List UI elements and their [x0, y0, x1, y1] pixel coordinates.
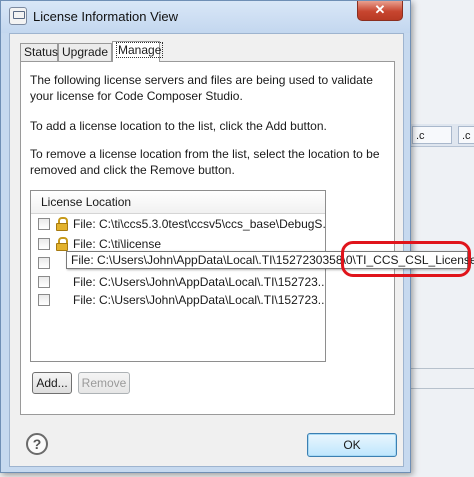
row-checkbox[interactable]: [38, 276, 50, 288]
title-bar[interactable]: License Information View ✕: [1, 1, 410, 33]
table-row[interactable]: File: C:\Users\John\AppData\Local\.TI\15…: [31, 273, 325, 291]
column-header-label: License Location: [41, 195, 132, 209]
row-checkbox[interactable]: [38, 257, 50, 269]
lock-icon: [56, 217, 68, 231]
tab-status[interactable]: Status: [20, 43, 58, 61]
row-location-text: File: C:\ti\ccs5.3.0test\ccsv5\ccs_base\…: [73, 217, 326, 231]
tab-status-label: Status: [24, 45, 59, 59]
add-hint-text: To add a license location to the list, c…: [30, 119, 327, 133]
tab-upgrade-label: Upgrade: [62, 45, 109, 59]
remove-button[interactable]: Remove: [78, 372, 130, 394]
row-location-text: File: C:\Users\John\AppData\Local\.TI\15…: [73, 293, 326, 307]
row-location-text: File: C:\Users\John\AppData\Local\.TI\15…: [73, 275, 326, 289]
background-tab[interactable]: .c: [458, 126, 474, 144]
row-checkbox[interactable]: [38, 218, 50, 230]
background-divider: [410, 368, 474, 369]
row-location-text: File: C:\ti\license: [73, 237, 162, 251]
background-tab-label: .c: [416, 130, 425, 142]
row-checkbox[interactable]: [38, 294, 50, 306]
remove-hint-text: To remove a license location from the li…: [30, 147, 380, 177]
background-editor-tabs: .c .c: [410, 124, 474, 147]
window-icon: [9, 7, 27, 25]
background-tab[interactable]: .c: [412, 126, 452, 144]
lock-icon: [56, 237, 68, 251]
ok-button[interactable]: OK: [307, 433, 397, 457]
window-title: License Information View: [33, 9, 179, 24]
tab-upgrade[interactable]: Upgrade: [58, 43, 112, 61]
intro-text: The following license servers and files …: [30, 73, 373, 103]
tab-manage-label: Manage: [116, 42, 164, 58]
license-location-table[interactable]: License Location File: C:\ti\ccs5.3.0tes…: [30, 190, 326, 362]
add-button[interactable]: Add...: [32, 372, 72, 394]
tab-manage[interactable]: Manage: [112, 41, 164, 62]
background-tab-label: .c: [462, 130, 471, 142]
row-checkbox[interactable]: [38, 238, 50, 250]
red-highlight-annotation: [341, 241, 471, 277]
help-icon[interactable]: ?: [26, 433, 48, 455]
table-row[interactable]: File: C:\ti\ccs5.3.0test\ccsv5\ccs_base\…: [31, 215, 325, 233]
background-divider: [410, 388, 474, 389]
column-header-license-location[interactable]: License Location: [31, 191, 325, 214]
close-button[interactable]: ✕: [357, 1, 403, 21]
background-application: [410, 0, 474, 477]
table-row[interactable]: File: C:\Users\John\AppData\Local\.TI\15…: [31, 291, 325, 309]
